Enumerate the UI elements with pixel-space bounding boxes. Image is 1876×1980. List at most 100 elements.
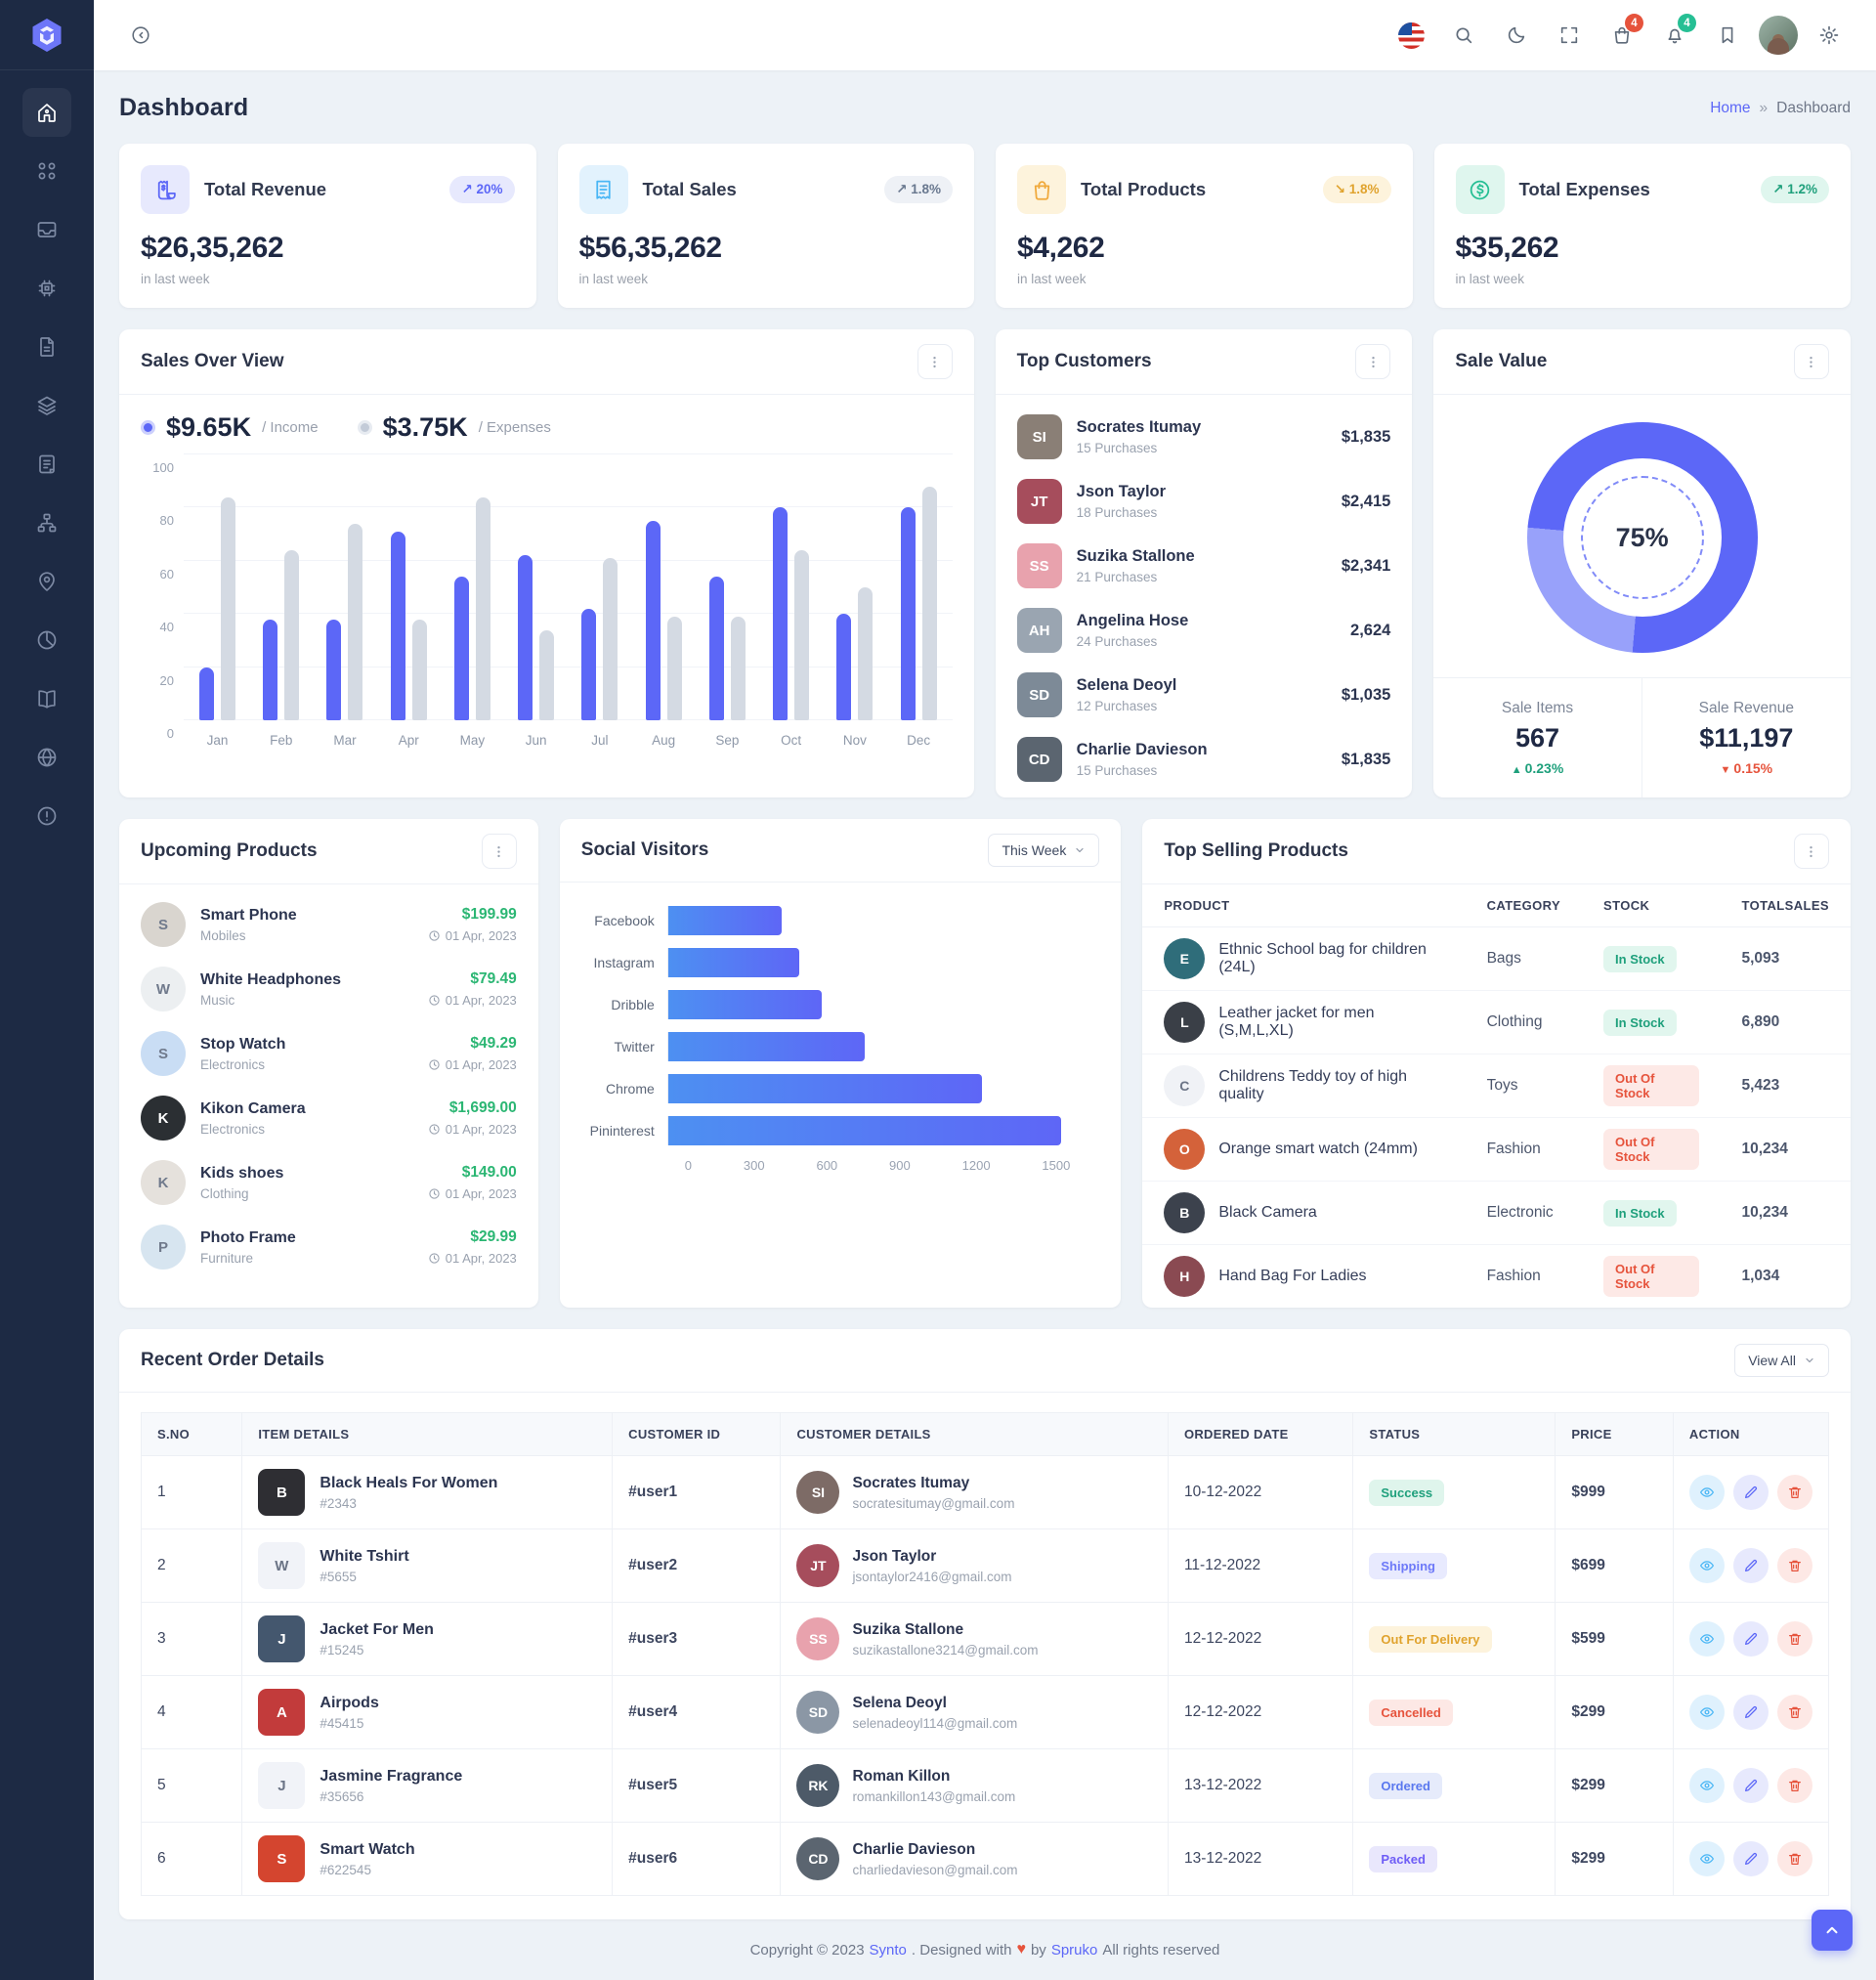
view-button[interactable] <box>1688 1695 1725 1730</box>
settings-button[interactable] <box>1808 14 1851 57</box>
scroll-to-top-button[interactable] <box>1812 1910 1853 1951</box>
card-menu-button[interactable] <box>481 834 517 869</box>
notifications-button[interactable]: 4 <box>1653 14 1696 57</box>
dark-mode-button[interactable] <box>1495 14 1538 57</box>
view-button[interactable] <box>1688 1475 1725 1510</box>
order-serial: 2 <box>140 1528 243 1603</box>
edit-button[interactable] <box>1732 1841 1769 1876</box>
item-thumbnail: B <box>258 1469 306 1516</box>
view-button[interactable] <box>1688 1548 1725 1583</box>
customer-email: romankillon143@gmail.com <box>852 1788 1016 1804</box>
sidebar-item-errors[interactable] <box>22 792 71 840</box>
book-icon <box>38 690 56 709</box>
card-menu-button[interactable] <box>1793 834 1829 869</box>
view-button[interactable] <box>1688 1768 1725 1803</box>
sidebar-item-tree[interactable] <box>22 498 71 547</box>
y-axis-tick: 100 <box>152 460 174 475</box>
card-menu-button[interactable] <box>917 344 953 379</box>
week-range-dropdown[interactable]: This Week <box>988 834 1100 867</box>
sidebar-item-layers[interactable] <box>22 381 71 430</box>
sidebar-item-maps[interactable] <box>22 557 71 606</box>
column-header: ITEM DETAILS <box>241 1412 614 1456</box>
customer-id-link[interactable]: #user6 <box>612 1822 782 1896</box>
view-button[interactable] <box>1688 1841 1725 1876</box>
legend-expenses: $3.75K / Expenses <box>357 412 551 443</box>
edit-button[interactable] <box>1732 1695 1769 1730</box>
income-bar <box>581 608 597 720</box>
delete-button[interactable] <box>1776 1548 1812 1583</box>
expenses-bar <box>858 587 874 720</box>
bar-track <box>666 1116 1096 1145</box>
ordered-date: 10-12-2022 <box>1167 1455 1354 1529</box>
ellipsis-vertical-icon <box>933 356 936 367</box>
status-badge: Success <box>1369 1479 1445 1506</box>
gear-icon <box>1819 25 1839 45</box>
footer-text: by <box>1030 1941 1046 1958</box>
delete-button[interactable] <box>1776 1695 1812 1730</box>
social-label: Twitter <box>614 1039 655 1055</box>
bookmark-button[interactable] <box>1706 14 1749 57</box>
card-menu-button[interactable] <box>1793 344 1829 379</box>
delete-button[interactable] <box>1776 1621 1812 1657</box>
stat-icon <box>1455 165 1505 214</box>
brand-link[interactable]: Synto <box>870 1942 907 1958</box>
delete-button[interactable] <box>1776 1475 1812 1510</box>
order-serial: 3 <box>140 1602 243 1676</box>
view-all-dropdown[interactable]: View All <box>1734 1344 1829 1377</box>
sidebar-item-cpu[interactable] <box>22 264 71 313</box>
product-date: 01 Apr, 2023 <box>428 928 517 943</box>
item-name: White Tshirt <box>320 1547 409 1565</box>
customer-id-link[interactable]: #user4 <box>612 1675 782 1749</box>
sales-chart-plot: 0 20 40 60 80 100 Jan Feb Mar Apr May Jun Jul Aug Sep O… <box>152 453 953 748</box>
stat-icon <box>141 165 190 214</box>
customer-avatar: SS <box>796 1617 840 1660</box>
y-axis-tick: 60 <box>159 566 174 581</box>
sidebar-item-pages[interactable] <box>22 323 71 371</box>
customer-id-link[interactable]: #user3 <box>612 1602 782 1676</box>
sidebar-toggle-button[interactable] <box>119 14 162 57</box>
app-logo[interactable] <box>0 0 94 70</box>
sidebar-item-apps[interactable] <box>22 147 71 195</box>
customer-id-link[interactable]: #user2 <box>612 1528 782 1603</box>
edit-button[interactable] <box>1732 1621 1769 1657</box>
customer-id-link[interactable]: #user1 <box>612 1455 782 1529</box>
delete-button[interactable] <box>1776 1768 1812 1803</box>
sidebar-item-invoice[interactable] <box>22 440 71 489</box>
sidebar-item-home[interactable] <box>22 88 71 137</box>
customer-id-link[interactable]: #user5 <box>612 1748 782 1823</box>
view-button[interactable] <box>1688 1621 1725 1657</box>
y-axis-tick: 0 <box>166 726 174 741</box>
sidebar-item-i18n[interactable] <box>22 733 71 782</box>
user-avatar[interactable] <box>1759 16 1798 55</box>
fullscreen-button[interactable] <box>1548 14 1591 57</box>
card-menu-button[interactable] <box>1355 344 1391 379</box>
edit-button[interactable] <box>1732 1548 1769 1583</box>
sidebar-item-docs[interactable] <box>22 674 71 723</box>
clock-icon <box>429 1253 440 1264</box>
search-button[interactable] <box>1442 14 1485 57</box>
x-axis-label: Apr <box>398 733 419 748</box>
edit-button[interactable] <box>1732 1475 1769 1510</box>
item-name: Black Heals For Women <box>320 1474 498 1491</box>
table-row: 5 J Jasmine Fragrance #35656 #user5 RK R… <box>140 1748 1830 1823</box>
delete-button[interactable] <box>1776 1841 1812 1876</box>
total-sales: 6,890 <box>1720 990 1851 1055</box>
author-link[interactable]: Spruko <box>1051 1942 1098 1958</box>
column-header: ACTION <box>1672 1412 1830 1456</box>
cart-button[interactable]: 4 <box>1600 14 1643 57</box>
customer-purchases: 15 Purchases <box>1076 763 1158 778</box>
sidebar-item-inbox[interactable] <box>22 205 71 254</box>
bar-group: Sep <box>708 454 746 748</box>
edit-button[interactable] <box>1732 1768 1769 1803</box>
item-thumbnail: W <box>258 1542 306 1589</box>
cart-badge: 4 <box>1625 14 1643 32</box>
language-button[interactable] <box>1389 14 1432 57</box>
order-price: $599 <box>1555 1602 1674 1676</box>
stat-trend-badge: ↗ 20% <box>449 176 515 203</box>
sales-bar-chart: 0 20 40 60 80 100 Jan Feb Mar Apr May Jun Jul Aug Sep O… <box>141 453 953 759</box>
sidebar-item-charts[interactable] <box>22 616 71 665</box>
product-name: Stop Watch <box>200 1035 286 1053</box>
stat-icon <box>578 165 628 214</box>
breadcrumb-home-link[interactable]: Home <box>1710 100 1750 117</box>
item-sku: #2343 <box>320 1495 357 1511</box>
